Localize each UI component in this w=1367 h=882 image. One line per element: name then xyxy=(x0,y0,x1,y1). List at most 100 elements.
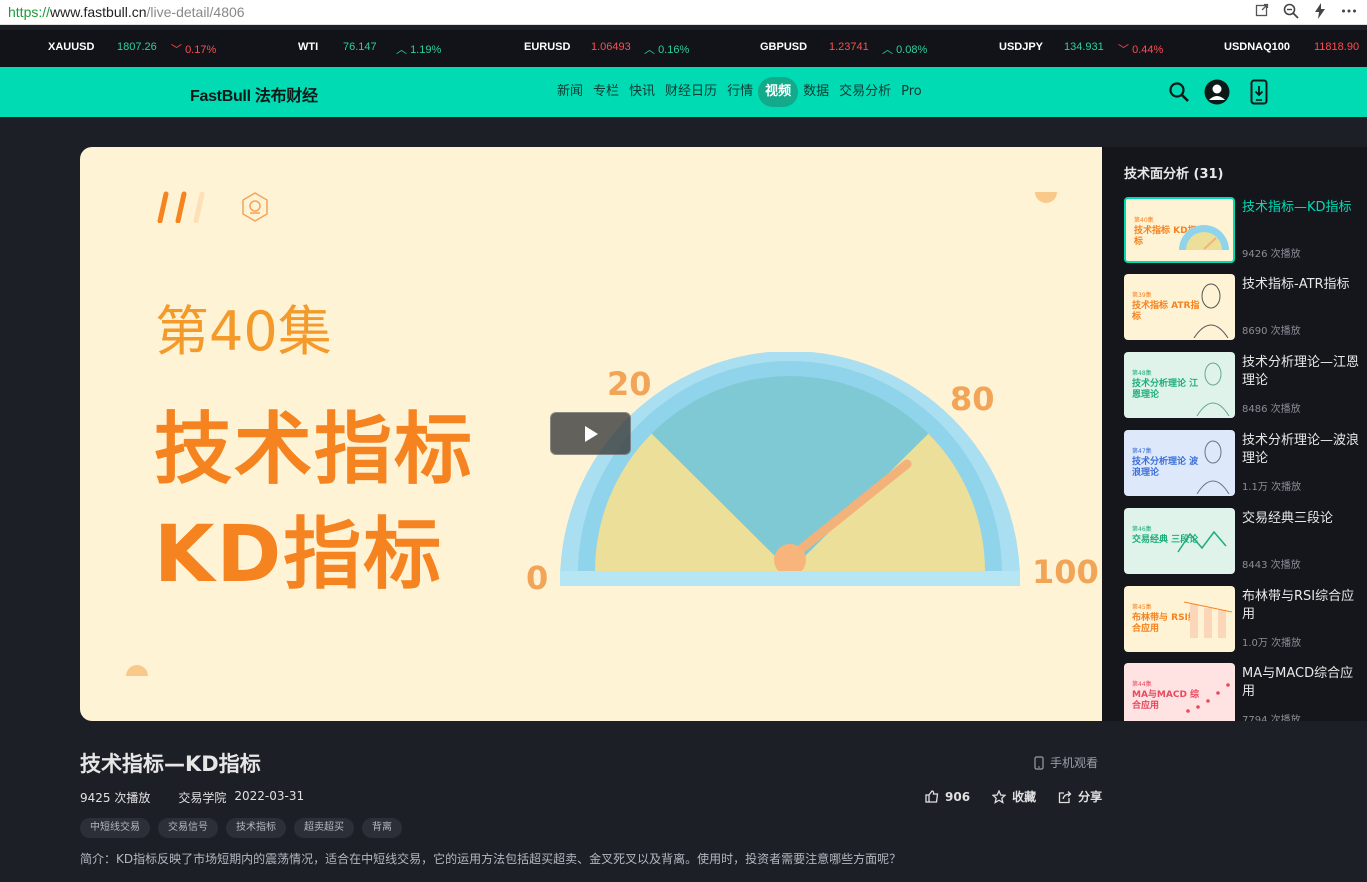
playlist-item-title[interactable]: 技术指标-ATR指标 xyxy=(1242,276,1362,294)
playlist-item-title[interactable]: 布林带与RSI综合应用 xyxy=(1242,588,1362,624)
browser-tools xyxy=(1255,3,1357,23)
ticker-item-usdnaq100[interactable]: USDNAQ100 11818.90 xyxy=(1224,41,1359,53)
video-title: 技术指标—KD指标 xyxy=(80,752,261,776)
playlist-thumbnail[interactable]: 第44集 MA与MACD 综合应用 xyxy=(1124,663,1235,721)
more-icon[interactable] xyxy=(1341,3,1357,23)
playlist-thumbnail[interactable]: 第45集 布林带与 RSI综合应用 xyxy=(1124,586,1235,652)
playlist-item[interactable]: 第39集 技术指标 ATR指标 技术指标-ATR指标 8690 次播放 xyxy=(1124,274,1364,340)
nav-item-news[interactable]: 新闻 xyxy=(552,77,588,107)
share-button[interactable]: 分享 xyxy=(1058,788,1102,805)
brand-badge-icon xyxy=(242,192,268,222)
arrow-down-icon: ﹀ xyxy=(1118,44,1129,56)
decor-half-circle-icon xyxy=(126,665,148,676)
ticker-item-xauusd[interactable]: XAUUSD 1807.26 ﹀ 0.17% xyxy=(48,41,216,56)
playlist-item-views: 1.1万 次播放 xyxy=(1242,482,1302,493)
playlist-item[interactable]: 第48集 技术分析理论 江恩理论 技术分析理论—江恩理论 8486 次播放 xyxy=(1124,352,1364,418)
playlist-item-title[interactable]: 技术分析理论—江恩理论 xyxy=(1242,354,1362,390)
video-actions: 906 收藏 分享 xyxy=(925,788,1102,805)
playlist-item-views: 7794 次播放 xyxy=(1242,715,1301,721)
like-button[interactable]: 906 xyxy=(925,788,970,805)
playlist-thumbnail[interactable]: 第47集 技术分析理论 波浪理论 xyxy=(1124,430,1235,496)
thumbs-up-icon xyxy=(925,790,939,803)
playlist-item[interactable]: 第46集 交易经典 三段论 交易经典三段论 8443 次播放 xyxy=(1124,508,1364,574)
video-player[interactable]: 第40集 技术指标 KD指标 20 80 0 100 xyxy=(80,147,1102,721)
logo[interactable]: FastBull 法布财经 xyxy=(190,82,318,106)
zigzag-chart-icon xyxy=(1177,530,1227,553)
playlist-item[interactable]: 第45集 布林带与 RSI综合应用 布林带与RSI综合应用 1.0万 次播放 xyxy=(1124,586,1364,652)
user-avatar-icon[interactable] xyxy=(1204,79,1230,109)
playlist-thumbnail[interactable]: 第46集 交易经典 三段论 xyxy=(1124,508,1235,574)
video-views: 9425 次播放 xyxy=(80,791,151,805)
favorite-button[interactable]: 收藏 xyxy=(992,788,1036,805)
nav-item-trade-analysis[interactable]: 交易分析 xyxy=(834,77,896,107)
ticker-item-usdjpy[interactable]: USDJPY 134.931 ﹀ 0.44% xyxy=(999,41,1163,56)
video-meta: 9425 次播放 交易学院 2022-03-31 xyxy=(80,789,304,806)
playlist-item[interactable]: 第44集 MA与MACD 综合应用 MA与MACD综合应用 7794 次播放 xyxy=(1124,663,1364,721)
playlist-item[interactable]: 第40集 技术指标 KD指标 技术指标—KD指标 9426 次播放 xyxy=(1124,197,1364,263)
star-icon xyxy=(992,789,1007,804)
playlist-thumbnail[interactable]: 第39集 技术指标 ATR指标 xyxy=(1124,274,1235,340)
arrow-down-icon: ﹀ xyxy=(171,44,182,56)
nav-item-video[interactable]: 视频 xyxy=(758,77,799,107)
video-cover-title-line1: 技术指标 xyxy=(154,405,475,495)
external-link-icon[interactable] xyxy=(1255,3,1269,23)
share-icon xyxy=(1058,790,1072,803)
url-text[interactable]: https://www.fastbull.cn/live-detail/4806 xyxy=(8,4,245,20)
tag-chip[interactable]: 中短线交易 xyxy=(80,818,150,838)
playlist-item-title[interactable]: 交易经典三段论 xyxy=(1242,510,1362,528)
playlist-item-views: 8486 次播放 xyxy=(1242,404,1301,415)
nav-item-columns[interactable]: 专栏 xyxy=(588,77,624,107)
search-icon[interactable] xyxy=(1168,81,1190,107)
playlist-thumbnail[interactable]: 第48集 技术分析理论 江恩理论 xyxy=(1124,352,1235,418)
decor-strokes-icon xyxy=(157,191,205,223)
ticker-item-wti[interactable]: WTI 76.147 ︿ 1.19% xyxy=(298,41,441,56)
gauge-label-0: 0 xyxy=(526,559,549,597)
nav-items: 新闻 专栏 快讯 财经日历 行情 视频 数据 交易分析 Pro xyxy=(552,77,927,107)
dots-trend-icon xyxy=(1186,683,1230,713)
playlist-thumbnail[interactable]: 第40集 技术指标 KD指标 xyxy=(1124,197,1235,263)
decor-half-circle-icon xyxy=(1035,192,1057,203)
tag-chip[interactable]: 背离 xyxy=(362,818,402,838)
nav-item-pro[interactable]: Pro xyxy=(896,77,927,107)
ticker-item-eurusd[interactable]: EURUSD 1.06493 ︿ 0.16% xyxy=(524,41,689,56)
portrait-sketch-icon xyxy=(1196,440,1230,494)
tag-chip[interactable]: 交易信号 xyxy=(158,818,218,838)
nav-item-data[interactable]: 数据 xyxy=(798,77,834,107)
nav-right-tools xyxy=(1168,79,1268,109)
video-cover-title-line2: KD指标 xyxy=(154,510,444,600)
play-icon xyxy=(584,425,598,442)
main-nav: FastBull 法布财经 新闻 专栏 快讯 财经日历 行情 视频 数据 交易分… xyxy=(0,67,1367,117)
gauge-label-20: 20 xyxy=(607,365,652,403)
video-description: 简介：KD指标反映了市场短期内的震荡情况，适合在中短线交易，它的运用方法包括超买… xyxy=(80,852,902,866)
playlist-title: 技术面分析 (31) xyxy=(1124,167,1224,182)
video-source[interactable]: 交易学院 xyxy=(178,789,226,806)
playlist-item-title[interactable]: 技术分析理论—波浪理论 xyxy=(1242,432,1362,468)
mobile-watch-link[interactable]: 手机观看 xyxy=(1034,754,1098,771)
playlist-item[interactable]: 第47集 技术分析理论 波浪理论 技术分析理论—波浪理论 1.1万 次播放 xyxy=(1124,430,1364,496)
tag-chip[interactable]: 超卖超买 xyxy=(294,818,354,838)
playlist-sidebar[interactable]: 技术面分析 (31) 第40集 技术指标 KD指标 技术指标—KD指标 9426… xyxy=(1102,147,1367,721)
play-button[interactable] xyxy=(550,412,631,455)
arrow-up-icon: ︿ xyxy=(882,44,893,56)
episode-number: 第40集 xyxy=(155,300,332,363)
arrow-up-icon: ︿ xyxy=(644,44,655,56)
nav-item-flash[interactable]: 快讯 xyxy=(624,77,660,107)
zoom-icon[interactable] xyxy=(1283,3,1299,23)
nav-item-calendar[interactable]: 财经日历 xyxy=(660,77,722,107)
playlist-item-views: 8443 次播放 xyxy=(1242,560,1301,571)
ticker-item-gbpusd[interactable]: GBPUSD 1.23741 ︿ 0.08% xyxy=(760,41,927,56)
market-ticker: XAUUSD 1807.26 ﹀ 0.17% WTI 76.147 ︿ 1.19… xyxy=(0,30,1367,67)
tag-chip[interactable]: 技术指标 xyxy=(226,818,286,838)
mobile-app-icon[interactable] xyxy=(1250,79,1268,109)
video-date: 2022-03-31 xyxy=(234,789,305,803)
playlist-item-views: 8690 次播放 xyxy=(1242,326,1301,337)
browser-url-bar[interactable]: https://www.fastbull.cn/live-detail/4806 xyxy=(0,0,1367,25)
video-tags: 中短线交易 交易信号 技术指标 超卖超买 背离 xyxy=(80,818,402,838)
playlist-item-views: 1.0万 次播放 xyxy=(1242,638,1302,649)
playlist-item-title[interactable]: MA与MACD综合应用 xyxy=(1242,665,1362,701)
bollinger-bands-icon xyxy=(1184,601,1232,638)
nav-item-quotes[interactable]: 行情 xyxy=(722,77,758,107)
bolt-icon[interactable] xyxy=(1313,3,1327,23)
playlist-item-title[interactable]: 技术指标—KD指标 xyxy=(1242,199,1362,217)
gauge-thumb-icon xyxy=(1179,225,1229,250)
